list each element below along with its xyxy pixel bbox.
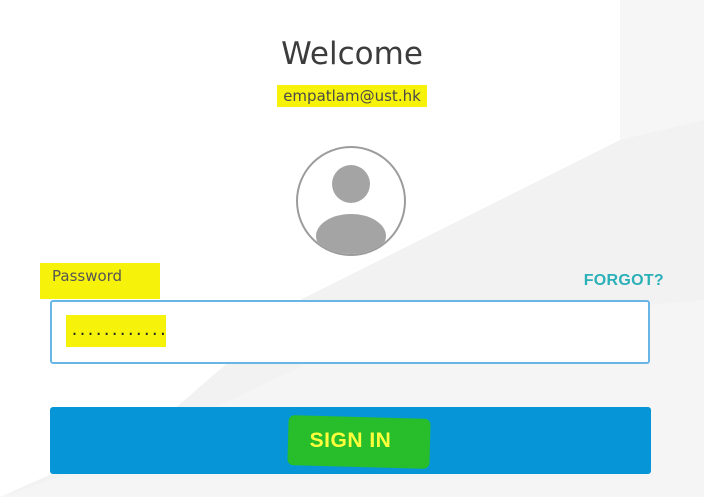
page-title: Welcome	[281, 36, 423, 72]
avatar	[296, 146, 406, 256]
forgot-password-link[interactable]: FORGOT?	[584, 272, 664, 290]
sign-in-button[interactable]: SIGN IN	[50, 407, 651, 474]
account-email: empatlam@ust.hk	[0, 84, 704, 108]
password-input[interactable]: ............	[50, 300, 650, 364]
user-avatar-icon	[316, 165, 386, 254]
sign-in-label: SIGN IN	[309, 429, 392, 452]
password-value: ............	[66, 315, 167, 347]
email-text: empatlam@ust.hk	[277, 85, 427, 107]
password-label: Password	[40, 263, 160, 299]
